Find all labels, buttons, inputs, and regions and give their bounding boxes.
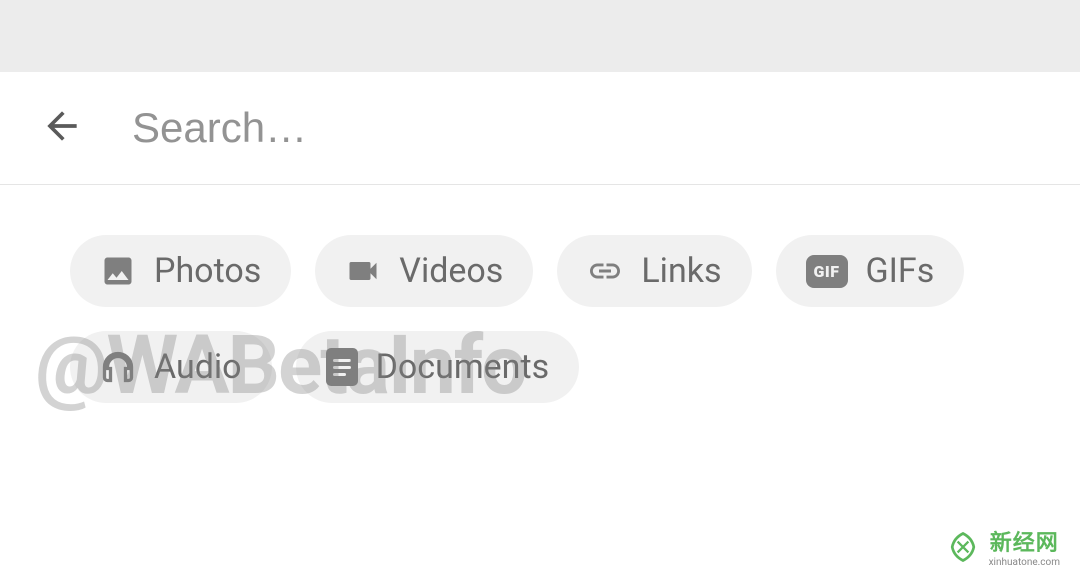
back-button[interactable] (40, 106, 84, 150)
filter-chip-videos[interactable]: Videos (315, 235, 533, 307)
filter-chip-links[interactable]: Links (557, 235, 751, 307)
chip-label: Photos (154, 251, 261, 291)
filter-chip-documents[interactable]: Documents (296, 331, 580, 403)
video-icon (345, 253, 381, 289)
logo-icon (945, 529, 981, 565)
logo-text: 新经网 xinhuatone.com (989, 525, 1060, 568)
gif-icon: GIF (806, 255, 848, 288)
search-bar (0, 72, 1080, 185)
filter-chip-audio[interactable]: Audio (70, 331, 272, 403)
chip-label: GIFs (866, 251, 935, 291)
link-icon (587, 253, 623, 289)
chip-label: Videos (399, 251, 503, 291)
chip-label: Documents (376, 347, 550, 387)
chip-label: Links (641, 251, 721, 291)
search-input[interactable] (132, 104, 1040, 152)
filter-chip-photos[interactable]: Photos (70, 235, 291, 307)
headphones-icon (100, 349, 136, 385)
photo-icon (100, 253, 136, 289)
filter-chips-container: Photos Videos Links GIF GIFs Audio (0, 185, 1080, 433)
source-branding: 新经网 xinhuatone.com (945, 525, 1060, 568)
chip-label: Audio (154, 347, 242, 387)
status-bar-area (0, 0, 1080, 72)
filter-chip-gifs[interactable]: GIF GIFs (776, 235, 965, 307)
arrow-left-icon (40, 104, 84, 152)
document-icon (326, 348, 358, 386)
